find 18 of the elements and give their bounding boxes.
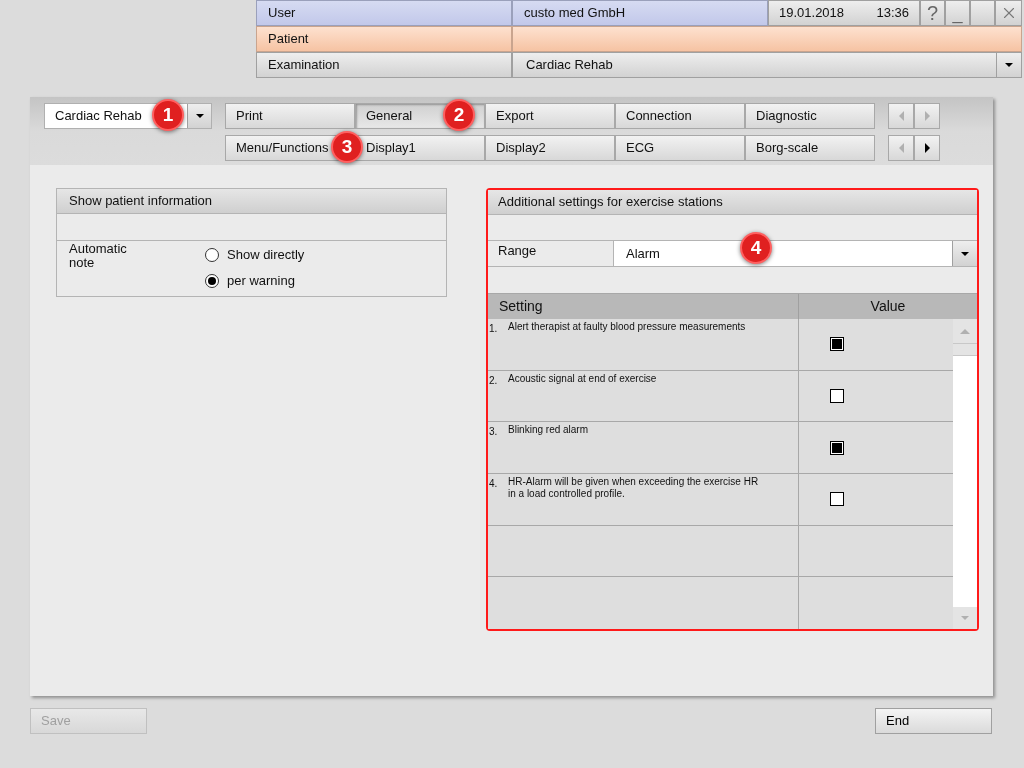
header-label: User — [256, 0, 512, 26]
setting-text: Alert therapist at faulty blood pressure measurements — [508, 321, 747, 334]
date-text: 19.01.2018 — [779, 4, 845, 23]
header-value: custo med GmbH — [512, 0, 768, 26]
group-header: Additional settings for exercise stations — [488, 190, 977, 215]
row-number: 2. — [488, 373, 499, 388]
row-number: 1. — [488, 322, 499, 336]
field-label: Automatic note — [68, 242, 128, 272]
column-header: Value — [869, 297, 907, 316]
setting-text: Blinking red alarm — [508, 424, 590, 438]
setting-text: HR-Alarm will be given when exceeding the exercise HR in a load controlled profile. — [508, 476, 760, 501]
group-header: Show patient information — [57, 189, 446, 214]
setting-text: Acoustic signal at end of exercise — [508, 372, 658, 386]
header-label: Patient — [256, 26, 512, 52]
header-label: Examination — [256, 52, 512, 78]
row-number: 3. — [488, 425, 499, 440]
row-number: 4. — [488, 477, 499, 491]
time-text: 13:36 — [876, 4, 909, 23]
